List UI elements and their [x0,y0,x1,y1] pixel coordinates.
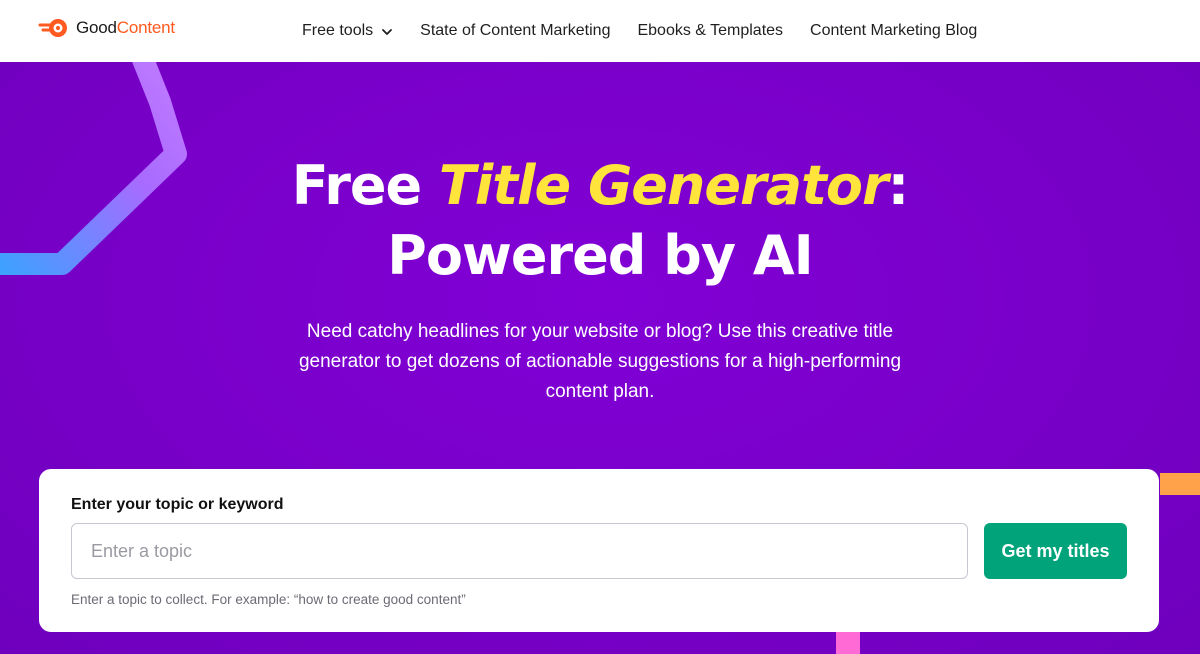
top-navigation: GoodContent Free tools State of Content … [0,0,1200,62]
decorative-pink-bar [836,632,860,654]
page-title-line2: Powered by AI [387,224,813,287]
semrush-fire-icon [38,19,67,37]
nav-item-free-tools[interactable]: Free tools [302,22,393,40]
decorative-orange-bar [1160,473,1200,495]
title-highlight: Title Generator [438,154,889,217]
nav-item-label: Ebooks & Templates [637,22,784,39]
nav-item-state-of-content-marketing[interactable]: State of Content Marketing [420,22,610,40]
main-nav: Free tools State of Content Marketing Eb… [302,0,977,62]
nav-item-label: State of Content Marketing [420,22,611,39]
page-title: Free Title Generator: [291,154,909,217]
hero-section: Free Title Generator: Powered by AI Need… [0,62,1200,654]
goodcontent-logo[interactable]: GoodContent [38,16,175,40]
topic-input[interactable] [71,523,968,579]
topic-field-label: Enter your topic or keyword [71,496,284,513]
topic-form-card: Enter your topic or keyword Get my title… [39,469,1159,632]
nav-item-ebooks-templates[interactable]: Ebooks & Templates [637,22,783,40]
nav-item-label: Content Marketing Blog [810,22,978,39]
topic-hint: Enter a topic to collect. For example: “… [71,592,466,607]
hero-subtitle: Need catchy headlines for your website o… [298,321,902,402]
nav-item-label: Free tools [302,22,374,39]
logo-text: GoodContent [76,18,175,37]
chevron-down-icon [382,29,393,35]
nav-item-content-marketing-blog[interactable]: Content Marketing Blog [810,22,977,40]
get-my-titles-button[interactable]: Get my titles [984,523,1127,579]
